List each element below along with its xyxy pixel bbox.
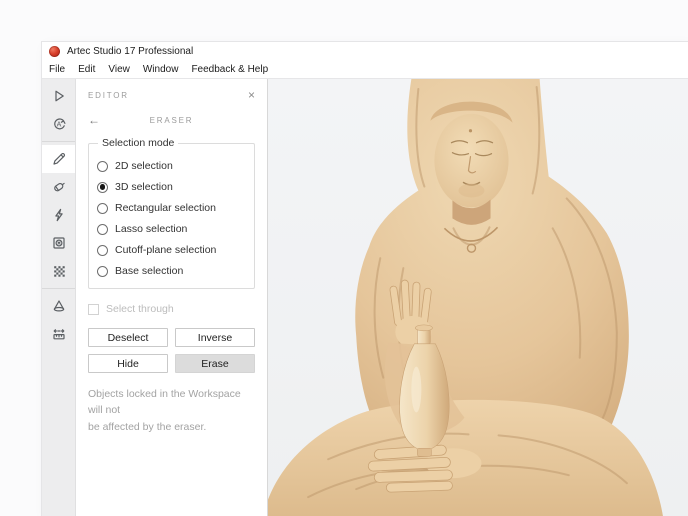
menu-item-file[interactable]: File <box>49 64 65 75</box>
menu-item-edit[interactable]: Edit <box>78 64 95 75</box>
toolbar-divider <box>42 141 75 142</box>
toolbar-tab-editor[interactable] <box>42 145 75 173</box>
selection-mode-group: Selection mode 2D selection 3D selection R… <box>88 137 255 289</box>
eraser-note: Objects locked in the Workspace will not… <box>88 386 255 435</box>
content-area: A <box>42 79 688 516</box>
menu-item-window[interactable]: Window <box>143 64 179 75</box>
toolbar-tab-texture-target[interactable] <box>42 229 75 257</box>
inverse-button[interactable]: Inverse <box>175 328 255 347</box>
toolbar-tab-construct[interactable] <box>42 292 75 320</box>
action-buttons: Deselect Inverse Hide Erase <box>88 328 255 373</box>
cone-icon <box>51 298 67 314</box>
window-title: Artec Studio 17 Professional <box>67 46 193 57</box>
radio-label: Lasso selection <box>115 223 187 235</box>
radio-circle-icon <box>97 203 108 214</box>
radio-option-base-selection[interactable]: Base selection <box>97 265 246 277</box>
toolbar-tab-scan[interactable] <box>42 82 75 110</box>
radio-option-lasso-selection[interactable]: Lasso selection <box>97 223 246 235</box>
app-window: Artec Studio 17 Professional File Edit Vie… <box>42 42 688 516</box>
roller-icon <box>51 179 67 195</box>
tool-header-row: ← ERASER <box>88 113 255 127</box>
artec-logo-icon <box>49 46 60 57</box>
note-line-2: be affected by the eraser. <box>88 419 255 435</box>
viewport-3d[interactable] <box>268 79 688 516</box>
note-line-1: Objects locked in the Workspace will not <box>88 386 255 419</box>
radio-label: Cutoff-plane selection <box>115 244 216 256</box>
statue-model <box>268 79 688 516</box>
title-bar: Artec Studio 17 Professional <box>42 42 688 61</box>
menu-item-view[interactable]: View <box>108 64 130 75</box>
toolbar-tab-autopilot[interactable]: A <box>42 110 75 138</box>
panel-title: EDITOR <box>88 91 129 100</box>
lightning-icon <box>51 207 67 223</box>
radio-option-2d-selection[interactable]: 2D selection <box>97 160 246 172</box>
checkerboard-icon <box>51 263 67 279</box>
editor-panel-header: EDITOR × <box>88 88 255 102</box>
tool-title: ERASER <box>88 116 255 125</box>
radio-label: 2D selection <box>115 160 173 172</box>
close-icon[interactable]: × <box>248 89 255 101</box>
radio-label: 3D selection <box>115 181 173 193</box>
radio-option-rectangular-selection[interactable]: Rectangular selection <box>97 202 246 214</box>
radio-circle-icon <box>97 182 108 193</box>
toolbar-tab-measure[interactable] <box>42 320 75 348</box>
checkbox-icon <box>88 304 99 315</box>
menu-item-feedback-help[interactable]: Feedback & Help <box>191 64 268 75</box>
screenshot-stage: Artec Studio 17 Professional File Edit Vie… <box>0 0 688 516</box>
select-through-checkbox: Select through <box>88 303 255 315</box>
radio-label: Rectangular selection <box>115 202 216 214</box>
toolbar-divider <box>42 288 75 289</box>
play-icon <box>51 88 67 104</box>
deselect-button[interactable]: Deselect <box>88 328 168 347</box>
back-arrow-icon[interactable]: ← <box>88 114 100 126</box>
radio-label: Base selection <box>115 265 183 277</box>
ruler-icon <box>51 326 67 342</box>
radio-circle-icon <box>97 161 108 172</box>
editor-panel: EDITOR × ← ERASER Selection mode 2D sele… <box>76 79 268 516</box>
toolbar-tab-align[interactable] <box>42 173 75 201</box>
select-through-label: Select through <box>106 303 174 315</box>
radio-circle-icon <box>97 245 108 256</box>
selection-mode-legend: Selection mode <box>98 137 178 149</box>
radio-option-3d-selection[interactable]: 3D selection <box>97 181 246 193</box>
radio-circle-icon <box>97 266 108 277</box>
toolbar-tab-texture[interactable] <box>42 257 75 285</box>
radio-option-cutoff-plane-selection[interactable]: Cutoff-plane selection <box>97 244 246 256</box>
selection-mode-options: 2D selection 3D selection Rectangular sele… <box>97 160 246 277</box>
erase-button[interactable]: Erase <box>175 354 255 373</box>
toolbar-tab-fast-fusion[interactable] <box>42 201 75 229</box>
pencil-icon <box>51 151 67 167</box>
radio-circle-icon <box>97 224 108 235</box>
hide-button[interactable]: Hide <box>88 354 168 373</box>
autopilot-icon: A <box>51 116 67 132</box>
viewfinder-icon <box>51 235 67 251</box>
menu-bar: File Edit View Window Feedback & Help <box>42 61 688 79</box>
left-toolbar: A <box>42 79 76 516</box>
svg-text:A: A <box>56 122 61 129</box>
